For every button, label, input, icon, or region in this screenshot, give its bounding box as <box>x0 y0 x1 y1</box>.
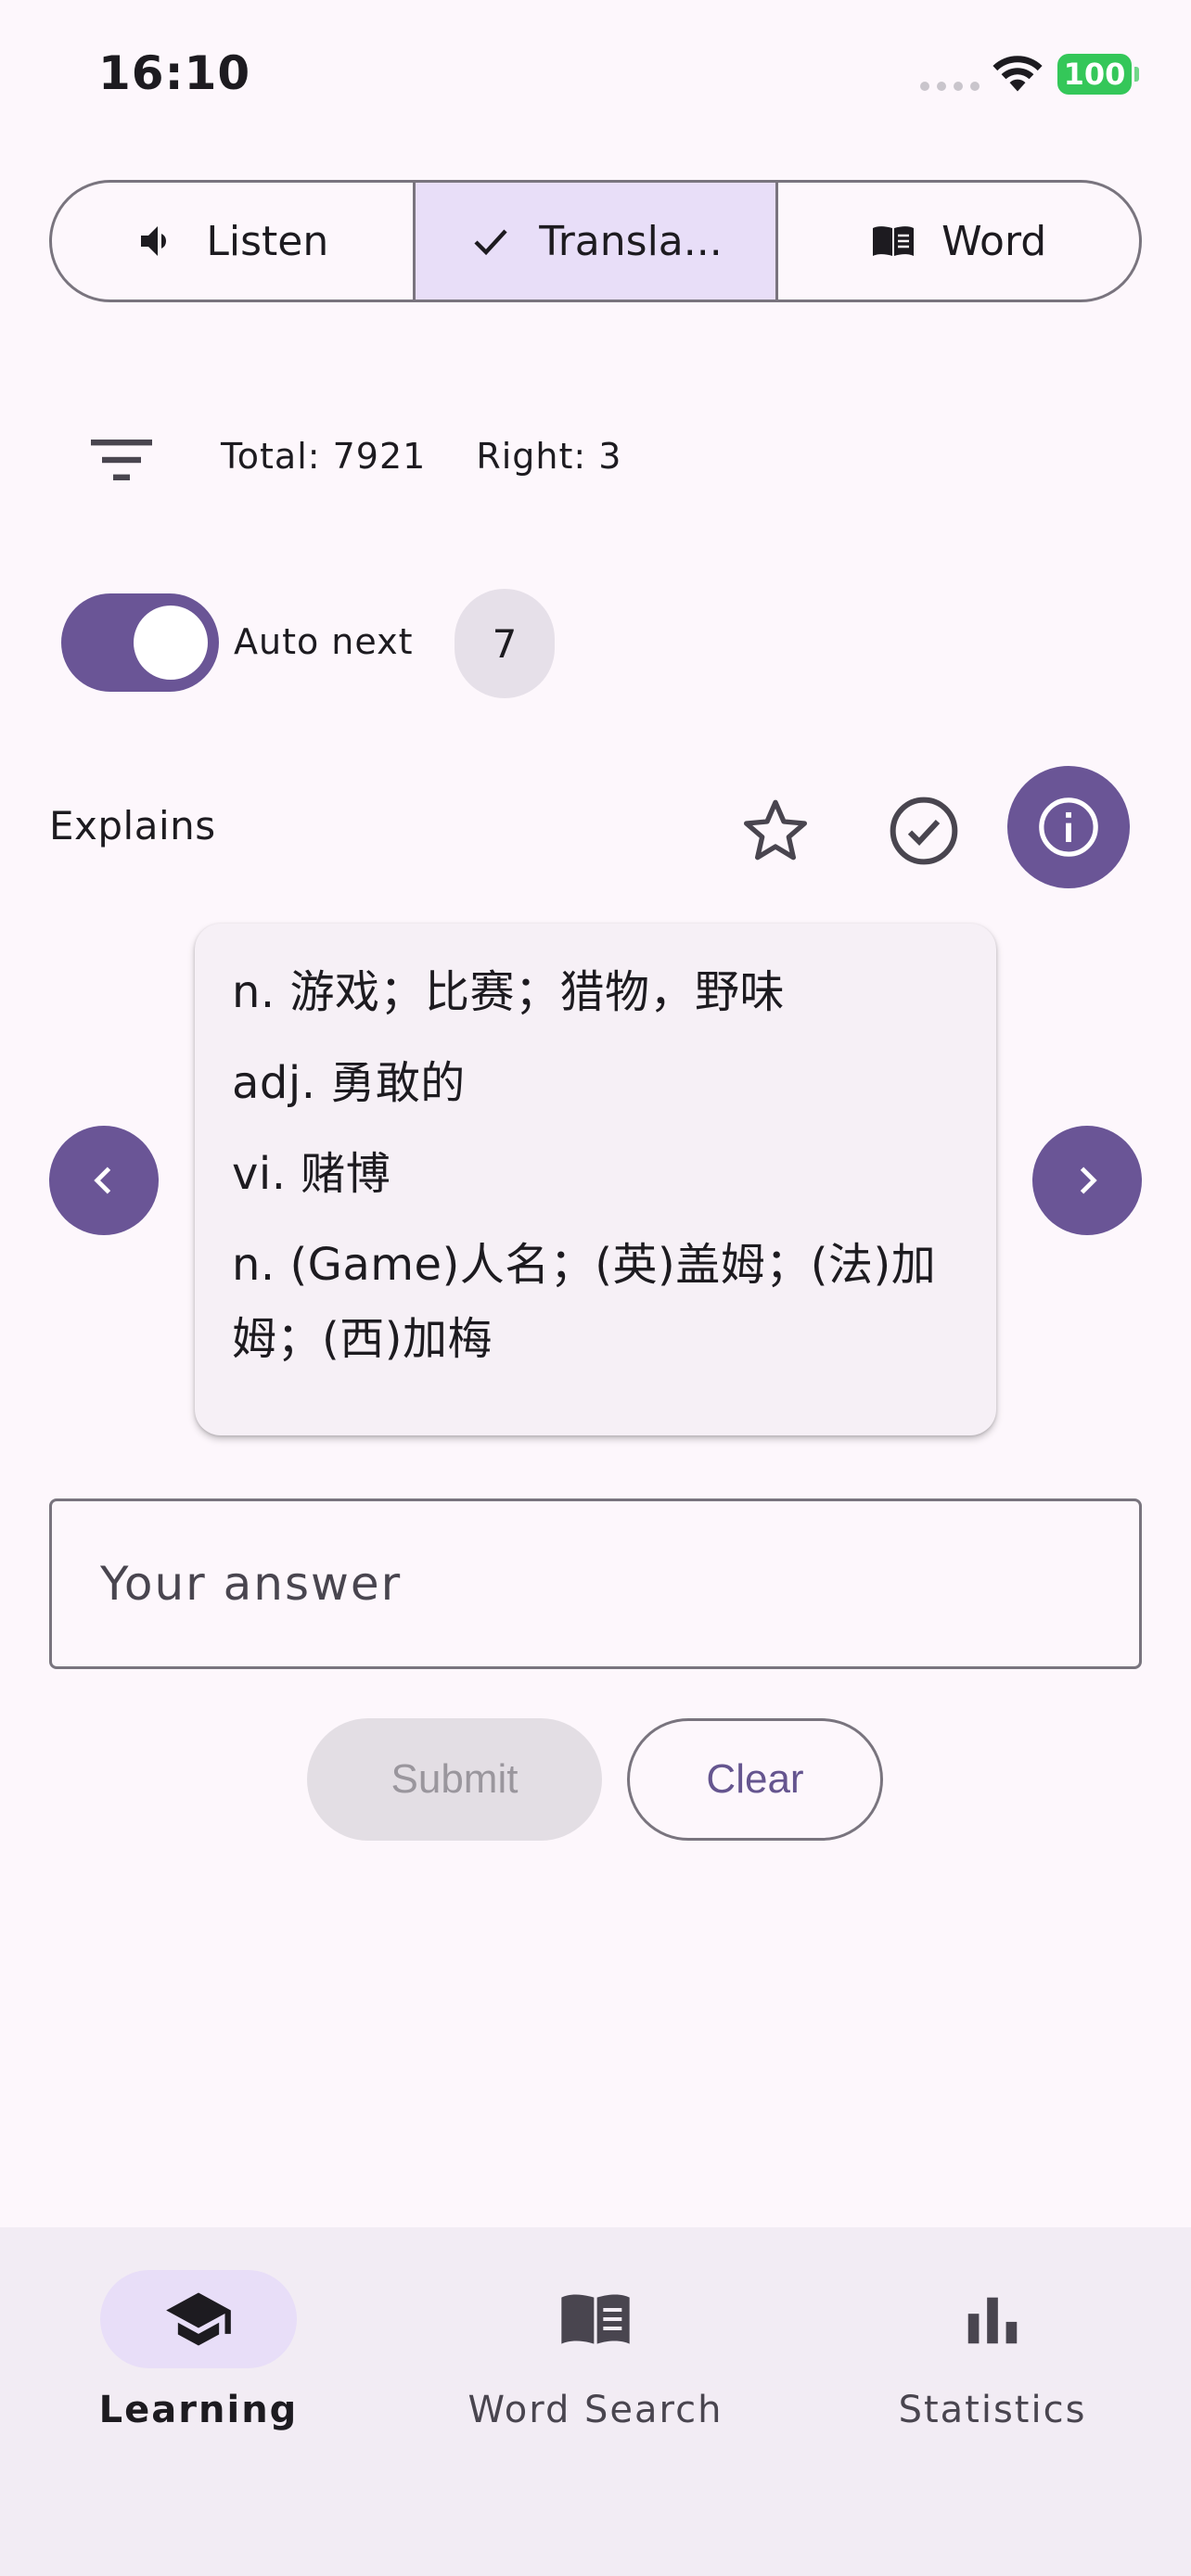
check-icon <box>474 229 507 256</box>
graduation-cap-icon <box>166 2292 231 2346</box>
tab-translate-label: Transla... <box>539 217 723 265</box>
battery-icon: 100 <box>1057 54 1139 95</box>
tab-word[interactable]: Word <box>775 183 1139 300</box>
cellular-signal-icon <box>920 82 980 91</box>
previous-button[interactable] <box>49 1126 159 1235</box>
total-count: Total: 7921 <box>221 436 427 477</box>
auto-next-toggle[interactable] <box>61 593 219 692</box>
nav-indicator <box>100 2270 297 2368</box>
submit-button[interactable]: Submit <box>307 1718 602 1841</box>
info-icon <box>1039 797 1098 857</box>
right-count: Right: 3 <box>476 436 622 477</box>
answer-input[interactable] <box>49 1498 1142 1669</box>
filter-icon[interactable] <box>91 436 152 484</box>
auto-next-count-badge[interactable]: 7 <box>455 589 555 698</box>
explain-line: adj. 勇敢的 <box>232 1057 466 1109</box>
speaker-icon <box>141 226 167 256</box>
bottom-navigation-bar: Learning Word Search Statistics <box>0 2227 1191 2576</box>
book-icon <box>561 2294 630 2344</box>
bar-chart-icon <box>967 2297 1018 2344</box>
screen: 16:10 100 Listen Transla... Word Total: … <box>0 0 1191 2576</box>
tab-word-label: Word <box>941 217 1047 265</box>
explain-line: n. 游戏；比赛；猎物，野味 <box>232 966 785 1018</box>
book-icon <box>873 226 915 256</box>
toggle-knob <box>134 606 208 680</box>
next-button[interactable] <box>1032 1126 1142 1235</box>
tab-listen-label: Listen <box>206 217 329 265</box>
wifi-icon <box>992 56 1043 92</box>
explains-title: Explains <box>49 803 216 848</box>
star-icon[interactable] <box>738 794 813 868</box>
nav-label-learning: Learning <box>98 2389 299 2431</box>
nav-item-statistics[interactable]: Statistics <box>835 2270 1150 2431</box>
mode-segmented-control: Listen Transla... Word <box>49 180 1142 302</box>
info-button[interactable] <box>1007 766 1130 888</box>
clear-button[interactable]: Clear <box>627 1718 883 1841</box>
explain-line: vi. 赌博 <box>232 1148 391 1200</box>
tab-listen[interactable]: Listen <box>52 183 413 300</box>
status-time: 16:10 <box>98 46 251 100</box>
nav-item-learning[interactable]: Learning <box>41 2270 356 2431</box>
explain-line: n. (Game)人名；(英)盖姆；(法)加姆；(西)加梅 <box>232 1239 937 1365</box>
nav-indicator <box>894 2270 1091 2368</box>
stats-summary: Total: 7921 Right: 3 <box>221 436 621 477</box>
tab-translate[interactable]: Transla... <box>412 183 776 300</box>
chevron-right-icon <box>1080 1167 1097 1194</box>
nav-item-word-search[interactable]: Word Search <box>438 2270 753 2431</box>
auto-next-label: Auto next <box>234 621 414 662</box>
chevron-left-icon <box>94 1167 111 1194</box>
explains-card: n. 游戏；比赛；猎物，野味 adj. 勇敢的 vi. 赌博 n. (Game)… <box>195 924 996 1435</box>
status-bar: 16:10 100 <box>0 0 1191 139</box>
nav-label-word-search: Word Search <box>467 2389 724 2431</box>
nav-indicator <box>497 2270 694 2368</box>
nav-label-statistics: Statistics <box>898 2389 1087 2431</box>
check-circle-icon[interactable] <box>887 794 961 868</box>
